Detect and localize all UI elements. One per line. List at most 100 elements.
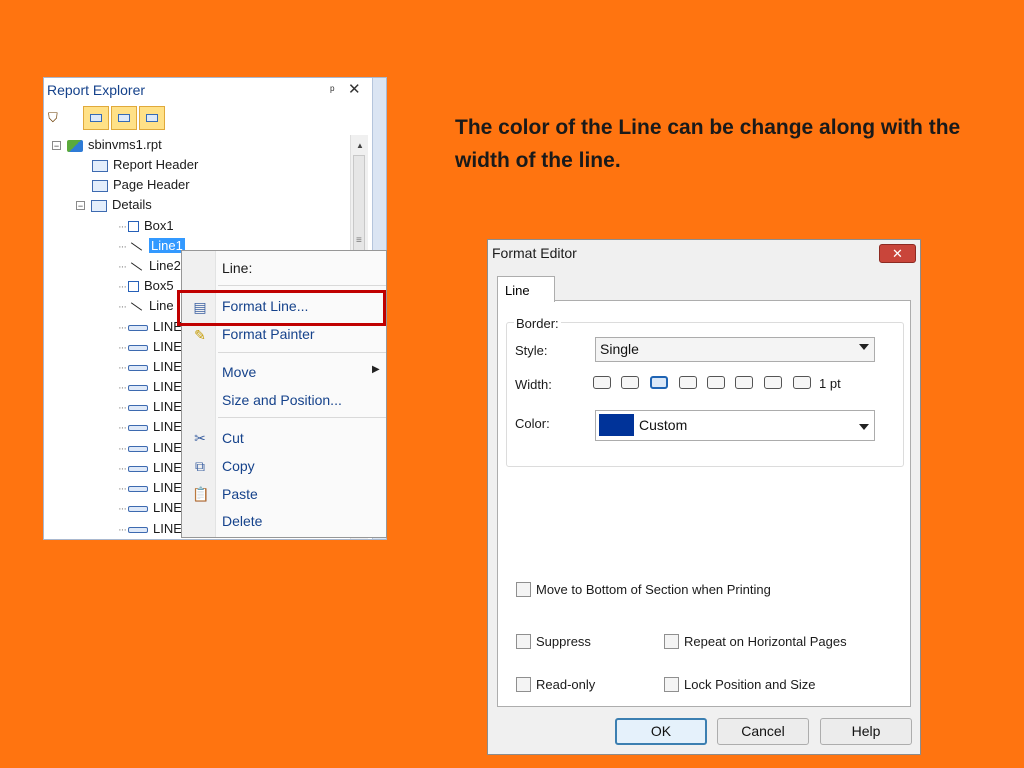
read-only-label: Read-only xyxy=(536,677,596,692)
tree-item-label: LINE xyxy=(153,419,182,434)
tree-item-box5[interactable]: ··· Box5 xyxy=(118,276,174,295)
tree-item-label: Line xyxy=(149,298,174,313)
tree-item-label-selected: Line1 xyxy=(149,238,185,253)
pin-icon[interactable]: ᵖ xyxy=(330,83,335,97)
width-option-2[interactable] xyxy=(621,376,639,389)
tab-line[interactable]: Line xyxy=(497,276,555,302)
tree-item-label: LINE xyxy=(153,440,182,455)
highlight-box xyxy=(177,290,386,326)
tree-item-label-line[interactable]: ··· LINE xyxy=(118,438,182,457)
box-icon xyxy=(128,221,139,233)
scissors-icon: ✂ xyxy=(194,430,206,446)
tree-item-label-line[interactable]: ··· LINE xyxy=(118,458,182,477)
width-option-6[interactable] xyxy=(735,376,753,389)
submenu-arrow-icon: ▶ xyxy=(372,364,380,375)
suppress-label: Suppress xyxy=(536,634,591,649)
chevron-down-icon xyxy=(859,424,869,430)
menu-item-paste[interactable]: Paste xyxy=(222,486,258,502)
tree-item-label-line[interactable]: ··· LINE xyxy=(118,397,182,416)
filter-icon[interactable]: ⛉ xyxy=(48,110,66,128)
menu-header: Line: xyxy=(222,260,253,276)
panel-title: Report Explorer xyxy=(47,82,146,98)
cancel-button[interactable]: Cancel xyxy=(717,718,809,745)
collapse-icon[interactable]: − xyxy=(76,201,85,211)
label-icon xyxy=(128,505,148,512)
paintbrush-icon: ✎ xyxy=(194,327,206,343)
tree-item-label: Box1 xyxy=(144,218,174,233)
tree-item-label: Page Header xyxy=(113,177,190,192)
tree-item-label: LINE xyxy=(153,399,182,414)
format-editor-dialog: Format Editor ✕ Line Border: Style: Sing… xyxy=(487,239,921,755)
tree-item-label-line[interactable]: ··· LINE xyxy=(118,498,182,517)
tree-item-label: sbinvms1.rpt xyxy=(88,137,162,152)
lock-checkbox[interactable] xyxy=(664,677,679,692)
width-option-7[interactable] xyxy=(764,376,782,389)
scroll-up-icon[interactable]: ▲ xyxy=(356,141,364,150)
tree-item-line[interactable]: ··· Line xyxy=(118,296,174,315)
dialog-title: Format Editor xyxy=(492,245,577,261)
menu-item-copy[interactable]: Copy xyxy=(222,458,255,474)
tree-item-report-header[interactable]: Report Header xyxy=(92,155,198,174)
label-icon xyxy=(128,445,148,452)
menu-separator xyxy=(218,352,386,353)
grip-icon: ≡ xyxy=(356,235,362,246)
width-option-8[interactable] xyxy=(793,376,811,389)
tree-item-label-line[interactable]: ··· LINE xyxy=(118,519,182,538)
tree-item-label-line[interactable]: ··· LINE xyxy=(118,337,182,356)
view-button-1[interactable] xyxy=(83,106,109,130)
width-option-3-selected[interactable] xyxy=(650,376,668,389)
close-button[interactable]: ✕ xyxy=(879,244,916,263)
tree-item-label-line[interactable]: ··· LINE xyxy=(118,478,182,497)
chevron-down-icon xyxy=(859,344,869,350)
close-icon: ✕ xyxy=(892,246,903,261)
ok-button[interactable]: OK xyxy=(615,718,707,745)
move-to-bottom-checkbox[interactable] xyxy=(516,582,531,597)
section-icon xyxy=(92,179,108,192)
menu-separator xyxy=(218,285,386,286)
label-icon xyxy=(128,465,148,472)
help-button[interactable]: Help xyxy=(820,718,912,745)
section-icon xyxy=(91,199,107,212)
style-label: Style: xyxy=(515,343,548,358)
tree-item-label: LINE xyxy=(153,480,182,495)
menu-item-delete[interactable]: Delete xyxy=(222,513,262,529)
repeat-checkbox[interactable] xyxy=(664,634,679,649)
tree-item-label: LINE xyxy=(153,359,182,374)
view-button-2[interactable] xyxy=(111,106,137,130)
tree-item-label-line[interactable]: ··· LINE xyxy=(118,357,182,376)
collapse-icon[interactable]: − xyxy=(52,141,61,151)
tree-item-label-line[interactable]: ··· LINE xyxy=(118,377,182,396)
tree-item-label: Report Header xyxy=(113,157,199,172)
color-select[interactable]: Custom xyxy=(595,410,875,441)
width-option-4[interactable] xyxy=(679,376,697,389)
menu-item-size-position[interactable]: Size and Position... xyxy=(222,392,342,408)
tree-item-line1[interactable]: ··· Line1 xyxy=(118,236,185,255)
style-select[interactable]: Single xyxy=(595,337,875,362)
width-option-5[interactable] xyxy=(707,376,725,389)
read-only-checkbox[interactable] xyxy=(516,677,531,692)
menu-item-cut[interactable]: Cut xyxy=(222,430,244,446)
menu-separator xyxy=(218,417,386,418)
tree-item-report[interactable]: − sbinvms1.rpt xyxy=(52,135,162,154)
line-icon xyxy=(128,301,144,313)
tree-item-label-line[interactable]: ··· LINE xyxy=(118,417,182,436)
lock-label: Lock Position and Size xyxy=(684,677,816,692)
paste-icon: 📋 xyxy=(192,486,210,502)
menu-item-move[interactable]: Move xyxy=(222,364,256,380)
tree-item-details[interactable]: − Details xyxy=(76,195,152,214)
width-option-1[interactable] xyxy=(593,376,611,389)
menu-item-format-painter[interactable]: Format Painter xyxy=(222,326,315,342)
close-icon[interactable]: ✕ xyxy=(348,80,361,98)
tree-item-page-header[interactable]: Page Header xyxy=(92,175,190,194)
tree-item-label-line[interactable]: ··· LINE xyxy=(118,317,182,336)
tree-item-label: LINE xyxy=(153,521,182,536)
view-button-3[interactable] xyxy=(139,106,165,130)
tree-item-line2[interactable]: ··· Line2 xyxy=(118,256,181,275)
tree-item-box1[interactable]: ··· Box1 xyxy=(118,216,174,235)
suppress-checkbox[interactable] xyxy=(516,634,531,649)
width-label: Width: xyxy=(515,377,552,392)
label-icon xyxy=(128,344,148,351)
tree-item-label: LINE xyxy=(153,339,182,354)
width-value: 1 pt xyxy=(819,376,841,391)
tree-item-label: Box5 xyxy=(144,278,174,293)
